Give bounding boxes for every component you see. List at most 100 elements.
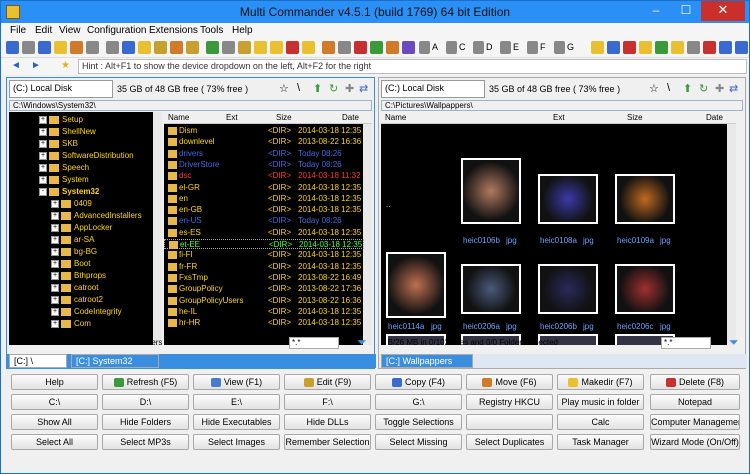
f-button[interactable]: F:\ [284, 394, 371, 410]
expand-toggle-icon[interactable]: + [39, 175, 47, 184]
tree-item[interactable]: + ShellNew [39, 126, 96, 137]
expand-toggle-icon[interactable]: + [39, 151, 47, 160]
tree-item[interactable]: + SoftwareDistribution [39, 150, 134, 161]
pack-icon[interactable] [154, 41, 167, 54]
g-button[interactable]: G:\ [375, 394, 462, 410]
pie-icon[interactable] [386, 41, 399, 54]
calc-button[interactable]: Calc [557, 414, 644, 430]
left-parent-icon[interactable]: ↻ [329, 82, 338, 95]
view-f1-button[interactable]: View (F1) [193, 374, 280, 390]
left-path-bar[interactable]: C:\Windows\System32\ [9, 100, 372, 111]
cut-icon[interactable] [22, 41, 35, 54]
drive-g-icon[interactable] [554, 41, 565, 54]
tree-item[interactable]: + Setup [39, 114, 83, 125]
file-row[interactable]: en-GB <DIR> 2014-03-18 12:35 [164, 205, 364, 215]
expand-toggle-icon[interactable]: + [51, 223, 59, 232]
file-row[interactable]: FxsTmp <DIR> 2013-08-22 16:49 [164, 273, 364, 283]
right-filter-input[interactable]: *.* [661, 337, 711, 349]
file-row[interactable]: dsc <DIR> 2014-03-18 11:32 [164, 171, 364, 181]
delete-f8-button[interactable]: Delete (F8) [650, 374, 740, 390]
file-row[interactable]: DriverStore <DIR> Today 08:26 [164, 160, 364, 170]
col-name[interactable]: Name [168, 113, 189, 122]
hide-dlls-button[interactable]: Hide DLLs [284, 414, 371, 430]
right-filter-icon[interactable]: ⏷ [729, 335, 739, 350]
image-thumbnail[interactable] [461, 158, 521, 224]
file-row[interactable]: el-GR <DIR> 2014-03-18 12:35 [164, 183, 364, 193]
tool-icon-4[interactable] [655, 41, 668, 54]
calendar-icon[interactable] [322, 41, 335, 54]
help-button[interactable]: Help [11, 374, 98, 390]
tab-c-wallpappers[interactable]: [C:] Wallpappers [381, 354, 473, 368]
col-name[interactable]: Name [385, 113, 406, 122]
drive-a-label[interactable]: A [432, 42, 438, 52]
col-ext[interactable]: Ext [553, 113, 565, 122]
file-row[interactable]: fr-FR <DIR> 2014-03-18 12:35 [164, 262, 364, 272]
copy-f4-button[interactable]: Copy (F4) [375, 374, 462, 390]
tool-icon-2[interactable] [623, 41, 636, 54]
menu-edit[interactable]: Edit [35, 25, 52, 36]
drive-a-icon[interactable] [419, 41, 430, 54]
col-date[interactable]: Date [706, 113, 723, 122]
maximize-button[interactable]: ☐ [672, 1, 700, 21]
drive-d-icon[interactable] [473, 41, 484, 54]
notepad-button[interactable]: Notepad [650, 394, 740, 410]
right-star-icon[interactable]: ☆ [649, 82, 659, 95]
options-icon[interactable] [370, 41, 383, 54]
play-music-in-folder-button[interactable]: Play music in folder [557, 394, 644, 410]
toggle-selections-button[interactable]: Toggle Selections [375, 414, 462, 430]
image-thumbnail[interactable] [461, 264, 521, 314]
menu-configuration[interactable]: Configuration [87, 25, 146, 36]
archive-icon[interactable] [186, 41, 199, 54]
tab-c-root[interactable]: [C:] \ [9, 354, 67, 368]
tool-icon-3[interactable] [639, 41, 652, 54]
favorites-star-icon[interactable]: ★ [61, 60, 70, 71]
remember-selection-button[interactable]: Remember Selection [284, 434, 371, 450]
left-pin-icon[interactable]: ✚ [345, 82, 354, 95]
tree-item[interactable]: + bg-BG [51, 246, 97, 257]
blank-button[interactable] [466, 414, 553, 430]
tool-icon-9[interactable] [735, 41, 748, 54]
file-row[interactable]: hr-HR <DIR> 2014-03-18 12:35 [164, 318, 364, 328]
left-root-icon[interactable]: \ [297, 82, 300, 94]
select-all-button[interactable]: Select All [11, 434, 98, 450]
tree-item[interactable]: - System32 [39, 186, 99, 197]
tree-item[interactable]: + AdvancedInstallers [51, 210, 142, 221]
image-thumbnail[interactable] [615, 264, 675, 314]
compare-icon[interactable] [338, 41, 351, 54]
expand-toggle-icon[interactable]: + [51, 247, 59, 256]
expand-toggle-icon[interactable]: + [51, 199, 59, 208]
file-row[interactable]: he-IL <DIR> 2014-03-18 12:35 [164, 307, 364, 317]
tab-c-system32[interactable]: [C:] System32 [71, 354, 159, 368]
expand-toggle-icon[interactable]: + [51, 319, 59, 328]
left-sync-icon[interactable]: ⇄ [359, 82, 368, 95]
drive-c-label[interactable]: C [459, 42, 466, 52]
e-button[interactable]: E:\ [193, 394, 280, 410]
filter-icon[interactable] [254, 41, 267, 54]
registry-hkcu-button[interactable]: Registry HKCU [466, 394, 553, 410]
right-path-bar[interactable]: C:\Pictures\Wallpappers\ [381, 100, 743, 111]
folder-icon[interactable] [302, 41, 315, 54]
file-row[interactable]: GroupPolicyUsers <DIR> 2013-08-22 16:36 [164, 296, 364, 306]
hide-executables-button[interactable]: Hide Executables [193, 414, 280, 430]
pin-icon[interactable] [222, 41, 235, 54]
computer-management-button[interactable]: Computer Management [650, 414, 740, 430]
layout-icon[interactable] [86, 41, 99, 54]
file-row[interactable]: Dism <DIR> 2014-03-18 12:35 [164, 126, 364, 136]
forward-arrow-icon[interactable]: ► [31, 60, 41, 71]
panel-icon[interactable] [106, 41, 119, 54]
expand-toggle-icon[interactable]: + [39, 115, 47, 124]
tool-icon-8[interactable] [719, 41, 732, 54]
tree-item[interactable]: + catroot [51, 282, 98, 293]
tree-item[interactable]: + Speech [39, 162, 89, 173]
file-row[interactable]: es-ES <DIR> 2014-03-18 12:35 [164, 228, 364, 238]
search-icon[interactable] [238, 41, 251, 54]
select-mp3s-button[interactable]: Select MP3s [102, 434, 189, 450]
left-filter-input[interactable]: *.* [289, 337, 339, 349]
expand-toggle-icon[interactable]: + [51, 283, 59, 292]
close-button[interactable]: ✕ [701, 1, 745, 21]
d-button[interactable]: D:\ [102, 394, 189, 410]
task-manager-button[interactable]: Task Manager [557, 434, 644, 450]
view-icon[interactable] [122, 41, 135, 54]
left-star-icon[interactable]: ☆ [279, 82, 289, 95]
tree-scrollbar[interactable] [153, 112, 162, 345]
